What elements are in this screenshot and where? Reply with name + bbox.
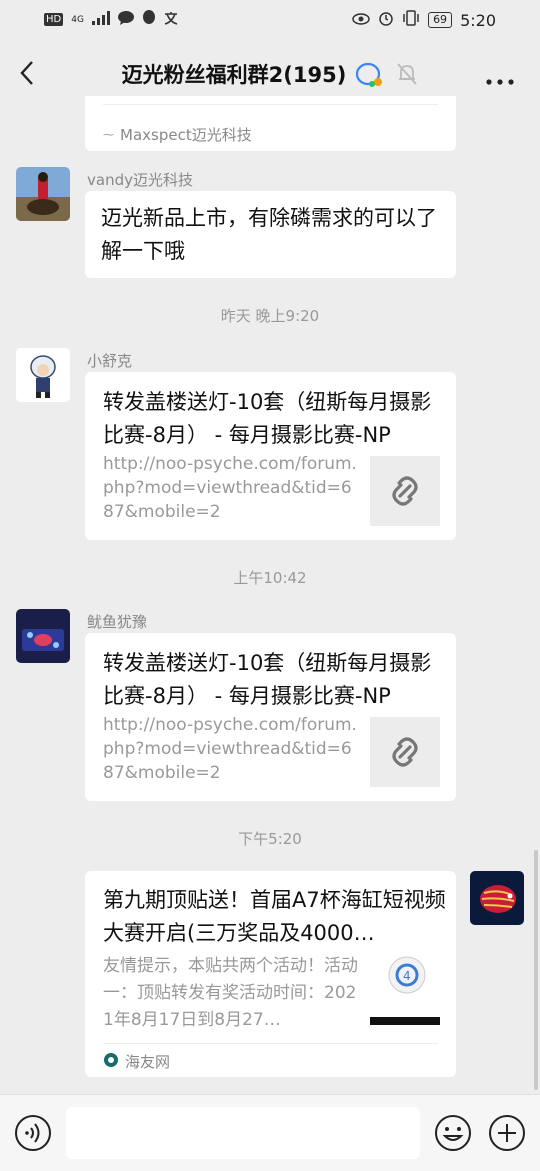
partial-link-bubble[interactable]: ⁓ Maxspect迈光科技 [85,96,456,151]
link-icon [392,737,418,767]
chat-title: 迈光粉丝福利群2(195) [0,59,540,89]
status-right-icons: 69 5:20 [352,10,496,30]
emoji-button[interactable] [434,1114,472,1152]
partial-source-label: Maxspect迈光科技 [120,126,252,144]
link-description: http://noo-psyche.com/forum.php?mod=view… [103,715,357,783]
link-title: 转发盖楼送灯-10套（纽斯每月摄影比赛-8月） - 每月摄影比赛-NP [103,390,432,447]
penguin-notification-icon [142,10,156,29]
more-dots-icon [486,79,514,85]
status-time: 5:20 [460,10,496,30]
chat-title-text: 迈光粉丝福利群2(195) [121,63,347,87]
message-input[interactable] [66,1107,420,1159]
voice-button[interactable] [14,1114,52,1152]
qr-poster-icon: 4 [370,956,440,1025]
svg-text:4: 4 [403,969,411,983]
sender-name: 鱿鱼犹豫 [87,613,148,631]
status-left-icons: HD 4G [44,10,178,29]
sender-name: vandy迈光科技 [87,171,193,189]
partial-source-row: ⁓ Maxspect迈光科技 [103,124,252,145]
timestamp: 昨天 晚上9:20 [220,307,320,325]
avatar-youyu[interactable] [16,609,70,663]
link-thumbnail [370,456,440,526]
sender-name: 小舒克 [87,352,133,370]
translate-icon [164,11,178,29]
link-card-own[interactable]: 第九期顶贴送！首届A7杯海缸短视频大赛开启(三万奖品及4000… 友情提示，本贴… [85,871,456,1077]
link-title: 第九期顶贴送！首届A7杯海缸短视频大赛开启(三万奖品及4000… [103,888,446,945]
link-card[interactable]: 转发盖楼送灯-10套（纽斯每月摄影比赛-8月） - 每月摄影比赛-NP http… [85,372,456,540]
hd-icon: HD [44,13,64,26]
haiyou-logo-icon [103,1052,119,1072]
alarm-icon [378,10,394,30]
source-label: 海友网 [125,1053,171,1071]
input-bar [0,1094,540,1171]
timestamp: 上午10:42 [233,569,307,587]
title-icons [355,62,418,92]
avatar-vandy[interactable] [16,167,70,221]
link-description: 友情提示，本贴共两个活动！活动一：顶贴转发有奖活动时间：2021年8月17日到8… [103,956,358,1030]
scrollbar[interactable] [534,850,538,1090]
eye-icon [352,11,370,29]
signal-icon [91,10,110,29]
link-icon [392,476,418,506]
link-title: 转发盖楼送灯-10套（纽斯每月摄影比赛-8月） - 每月摄影比赛-NP [103,651,432,708]
timestamp: 下午5:20 [238,830,302,848]
link-card[interactable]: 转发盖楼送灯-10套（纽斯每月摄影比赛-8月） - 每月摄影比赛-NP http… [85,633,456,801]
link-description: http://noo-psyche.com/forum.php?mod=view… [103,454,357,522]
emoji-icon [435,1115,471,1151]
mute-bell-icon [396,62,418,92]
avatar-xiaoshuke[interactable] [16,348,70,402]
vibrate-icon [402,10,420,30]
avatar-self[interactable] [470,871,524,925]
plus-icon [489,1115,525,1151]
message-bubble-text[interactable]: 迈光新品上市，有除磷需求的可以了解一下哦 [85,191,456,278]
group-chat-icon [355,62,384,92]
voice-icon [15,1115,51,1151]
source-logo-icon: ⁓ [103,128,114,141]
status-bar: HD 4G 69 5:20 [0,0,540,40]
add-button[interactable] [488,1114,526,1152]
source-row: 海友网 [103,1051,170,1072]
network-label: 4G [71,14,84,25]
link-thumbnail: 4 [370,951,440,1025]
chat-notification-icon [117,10,134,29]
message-text: 迈光新品上市，有除磷需求的可以了解一下哦 [101,206,437,263]
link-thumbnail [370,717,440,787]
more-button[interactable] [486,70,514,85]
battery-indicator: 69 [428,12,453,28]
